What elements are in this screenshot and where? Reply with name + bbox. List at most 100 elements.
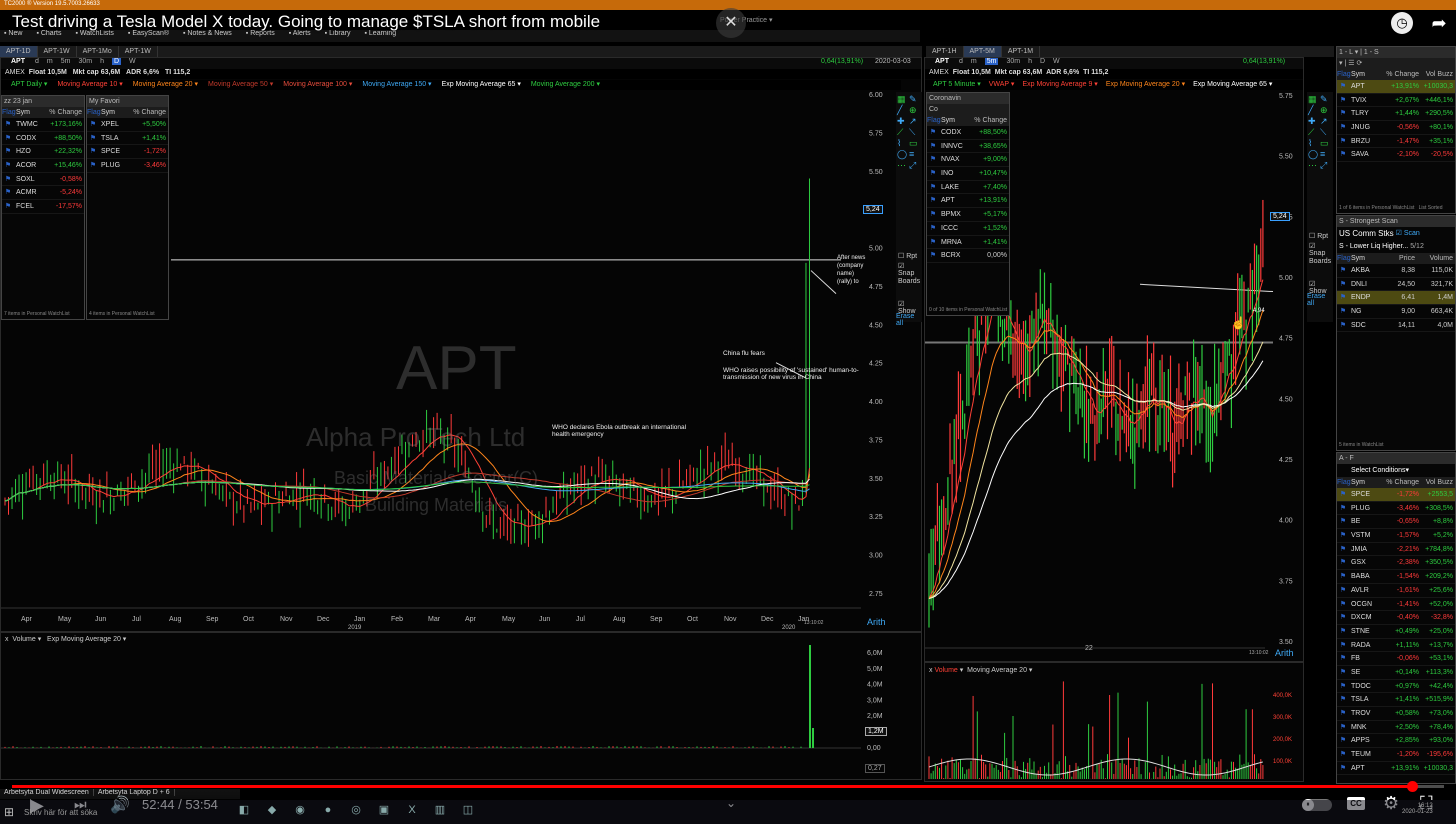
right-tab-0[interactable]: APT-1H bbox=[926, 46, 964, 57]
list-item[interactable]: ⚑ TLRY +1,44% +290,5% bbox=[1337, 107, 1455, 121]
col--change[interactable]: % Change bbox=[973, 115, 1009, 126]
list-item[interactable]: ⚑ HZO +22,32% bbox=[2, 145, 84, 159]
col-flag[interactable]: Flag bbox=[87, 107, 99, 118]
drawing-tool-icon[interactable]: ◯ bbox=[897, 149, 907, 160]
drawing-tool-icon[interactable]: ⌇ bbox=[1308, 138, 1312, 149]
flag-icon[interactable]: ⚑ bbox=[927, 153, 939, 166]
drawing-tool-icon[interactable]: ⟍ bbox=[1320, 127, 1326, 138]
list-item[interactable]: ⚑ BABA -1,54% +209,2% bbox=[1337, 570, 1455, 584]
drawing-tool-icon[interactable]: ⟋ bbox=[1308, 127, 1314, 138]
drawing-tool-icon[interactable]: ╱ bbox=[1308, 105, 1313, 116]
close-icon[interactable]: ✕ bbox=[716, 8, 746, 38]
col-flag[interactable]: Flag bbox=[2, 107, 14, 118]
right-scale-label[interactable]: Arith bbox=[1275, 648, 1294, 658]
flag-icon[interactable]: ⚑ bbox=[927, 126, 939, 139]
col-flag[interactable]: Flag bbox=[927, 115, 939, 126]
left-volume-pane[interactable]: x Volume ▾ Exp Moving Average 20 ▾ 6,0M 5… bbox=[0, 632, 922, 780]
col-volume[interactable]: Volume bbox=[1417, 253, 1455, 264]
right-boards-label[interactable]: Boards bbox=[1309, 258, 1331, 265]
col-flag[interactable]: Flag bbox=[1337, 253, 1349, 264]
list-item[interactable]: ⚑ STNE +0,49% +25,0% bbox=[1337, 625, 1455, 639]
taskbar-search[interactable]: Skriv här för att söka bbox=[24, 808, 97, 817]
flag-icon[interactable]: ⚑ bbox=[927, 249, 939, 262]
list-item[interactable]: ⚑ TSLA +1,41% bbox=[87, 132, 168, 146]
watchlist-my-favorites[interactable]: My Favori Flag Sym% Change ⚑ XPEL +5,50% ⚑ TS… bbox=[86, 95, 169, 320]
flag-icon[interactable]: ⚑ bbox=[1337, 625, 1349, 638]
taskbar-app-icon[interactable]: ▥ bbox=[426, 803, 454, 816]
flag-icon[interactable]: ⚑ bbox=[1337, 762, 1349, 775]
flag-icon[interactable]: ⚑ bbox=[1337, 611, 1349, 624]
drawing-tool-icon[interactable]: ⊕ bbox=[1320, 105, 1328, 116]
flag-icon[interactable]: ⚑ bbox=[1337, 121, 1349, 134]
list-item[interactable]: ⚑ VSTM -1,57% +5,2% bbox=[1337, 529, 1455, 543]
list-item[interactable]: ⚑ AKBA 8,38 115,0K bbox=[1337, 264, 1455, 278]
watchlist-top-right-tabs[interactable]: 1 - L ▾ | 1 - S bbox=[1337, 47, 1455, 58]
flag-icon[interactable]: ⚑ bbox=[2, 145, 14, 158]
drawing-tool-icon[interactable]: ⋯ bbox=[897, 160, 906, 171]
list-item[interactable]: ⚑ ACMR -5,24% bbox=[2, 186, 84, 200]
list-item[interactable]: ⚑ APT +13,91% +10030,3 bbox=[1337, 762, 1455, 776]
drawing-tools-strip[interactable]: ▦ ✎ ╱ ⊕ ✚ ↗ ⟋ ⟍ ⌇ ▭ ◯ ≡ ⋯ ⤢ ☐ Rpt ☑ Snap Boards ☑ Sho… bbox=[896, 92, 922, 322]
list-item[interactable]: ⚑ FB -0,06% +53,1% bbox=[1337, 652, 1455, 666]
flag-icon[interactable]: ⚑ bbox=[1337, 278, 1349, 291]
taskbar-app-icon[interactable]: ▣ bbox=[370, 803, 398, 816]
drawing-tool-icon[interactable]: ↗ bbox=[909, 116, 917, 127]
flag-icon[interactable]: ⚑ bbox=[1337, 148, 1349, 161]
list-item[interactable]: ⚑ INNVC +38,65% bbox=[927, 140, 1009, 154]
col--change[interactable]: % Change bbox=[48, 107, 84, 118]
video-progress-track[interactable] bbox=[12, 785, 1444, 788]
watchlist-coronavirus[interactable]: Coronavin Co Flag Sym% Change ⚑ CODX +88,50… bbox=[926, 92, 1010, 316]
flag-icon[interactable]: ⚑ bbox=[1337, 264, 1349, 277]
left-scale-label[interactable]: Arith bbox=[867, 617, 886, 627]
flag-icon[interactable]: ⚑ bbox=[1337, 556, 1349, 569]
flag-icon[interactable]: ⚑ bbox=[1337, 529, 1349, 542]
annotation-ebola[interactable]: WHO declares Ebola outbreak an internati… bbox=[552, 424, 692, 438]
list-item[interactable]: ⚑ APT +13,91% +10030,3 bbox=[1337, 80, 1455, 94]
windows-start-icon[interactable]: ⊞ bbox=[4, 805, 14, 819]
left-tab-0[interactable]: APT-1D bbox=[0, 46, 38, 57]
flag-icon[interactable]: ⚑ bbox=[1337, 488, 1349, 501]
taskbar-app-icon[interactable]: ◆ bbox=[258, 803, 286, 816]
flag-icon[interactable]: ⚑ bbox=[87, 145, 99, 158]
flag-icon[interactable]: ⚑ bbox=[1337, 107, 1349, 120]
list-item[interactable]: ⚑ SAVA -2,10% -20,5% bbox=[1337, 148, 1455, 162]
flag-icon[interactable]: ⚑ bbox=[927, 236, 939, 249]
taskbar-app-icon[interactable]: ◉ bbox=[286, 803, 314, 816]
drawing-tool-icon[interactable]: ≡ bbox=[1320, 149, 1325, 159]
scan-button[interactable]: ☑ Scan bbox=[1396, 227, 1420, 240]
scan-titlebar[interactable]: S - Strongest Scan bbox=[1337, 216, 1455, 227]
flag-icon[interactable]: ⚑ bbox=[1337, 135, 1349, 148]
col-sym[interactable]: Sym bbox=[1349, 477, 1381, 488]
col-vol-buzz[interactable]: Vol Buzz bbox=[1421, 69, 1455, 80]
horizontal-line[interactable] bbox=[1140, 284, 1273, 291]
annotation-china-flu[interactable]: China flu fears bbox=[723, 350, 765, 357]
left-tab-2[interactable]: APT-1Mo bbox=[77, 46, 119, 57]
list-item[interactable]: ⚑ PLUG -3,46% bbox=[87, 159, 168, 173]
flag-icon[interactable]: ⚑ bbox=[2, 186, 14, 199]
list-item[interactable]: ⚑ INO +10,47% bbox=[927, 167, 1009, 181]
list-item[interactable]: ⚑ ICCC +1,52% bbox=[927, 222, 1009, 236]
drawing-tool-icon[interactable]: ✎ bbox=[1320, 94, 1328, 105]
flag-icon[interactable]: ⚑ bbox=[1337, 502, 1349, 515]
list-item[interactable]: ⚑ ACOR +15,46% bbox=[2, 159, 84, 173]
list-item[interactable]: ⚑ SDC 14,11 4,0M bbox=[1337, 319, 1455, 333]
col--change[interactable]: % Change bbox=[132, 107, 168, 118]
drawing-tool-icon[interactable]: ▦ bbox=[897, 94, 906, 105]
list-item[interactable]: ⚑ SOXL -0,58% bbox=[2, 173, 84, 187]
watchlist-top-right[interactable]: 1 - L ▾ | 1 - S ▾ | ☰ ⟳ Flag Sym% Change V… bbox=[1336, 46, 1456, 214]
list-item[interactable]: ⚑ LAKE +7,40% bbox=[927, 181, 1009, 195]
col--change[interactable]: % Change bbox=[1381, 477, 1421, 488]
flag-icon[interactable]: ⚑ bbox=[1337, 652, 1349, 665]
flag-icon[interactable]: ⚑ bbox=[1337, 543, 1349, 556]
flag-icon[interactable]: ⚑ bbox=[2, 173, 14, 186]
list-item[interactable]: ⚑ BE -0,65% +8,8% bbox=[1337, 515, 1455, 529]
list-item[interactable]: ⚑ GSX -2,38% +350,5% bbox=[1337, 556, 1455, 570]
flag-icon[interactable]: ⚑ bbox=[1337, 693, 1349, 706]
scan-filter-row[interactable]: S - Lower Liq Higher... 5/12 bbox=[1337, 240, 1455, 253]
taskbar-app-icon[interactable]: ◧ bbox=[230, 803, 258, 816]
col-sym[interactable]: Sym bbox=[1349, 69, 1381, 80]
list-item[interactable]: ⚑ AVLR -1,61% +25,6% bbox=[1337, 584, 1455, 598]
list-item[interactable]: ⚑ TWMC +173,16% bbox=[2, 118, 84, 132]
flag-icon[interactable]: ⚑ bbox=[927, 140, 939, 153]
list-item[interactable]: ⚑ MRNA +1,41% bbox=[927, 236, 1009, 250]
